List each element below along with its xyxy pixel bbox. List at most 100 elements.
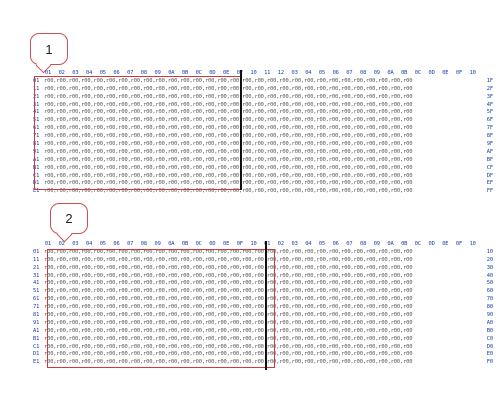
row-end-label: 40 bbox=[486, 272, 493, 279]
column-header-cell: 0B bbox=[401, 241, 408, 247]
row-offset-label: B1 bbox=[33, 335, 40, 342]
column-header-cell: 0E bbox=[442, 70, 449, 76]
column-header-cell: 03 bbox=[72, 241, 79, 247]
column-header-cell: 0B bbox=[401, 70, 408, 76]
column-header-cell: 01 bbox=[264, 241, 271, 247]
column-header-cell: 01 bbox=[44, 241, 52, 247]
column-header-cell: 0A bbox=[387, 241, 394, 247]
row-end-label: 6F bbox=[486, 117, 493, 124]
column-header-cell: 0D bbox=[428, 241, 435, 247]
row-offset-label: 71 bbox=[33, 304, 40, 311]
column-header-cell: 02 bbox=[58, 241, 65, 247]
column-header-cell: 09 bbox=[373, 70, 380, 76]
column-header-cell: 0E bbox=[222, 241, 230, 247]
panel-2-divider bbox=[265, 241, 267, 370]
column-header-cell: 07 bbox=[127, 241, 134, 247]
column-header-cell: 04 bbox=[305, 241, 312, 247]
column-header-cell: 09 bbox=[154, 241, 161, 247]
row-offset-label: 31 bbox=[33, 272, 40, 279]
column-header-cell: 08 bbox=[140, 241, 147, 247]
row-end-label: F0 bbox=[486, 359, 493, 366]
column-header-cell: 05 bbox=[318, 70, 326, 76]
column-header-cell: 06 bbox=[113, 241, 120, 247]
row-end-label: 50 bbox=[486, 280, 493, 287]
column-header-cell: 0E bbox=[442, 241, 449, 247]
callout-2-label: 2 bbox=[65, 211, 73, 226]
column-header-cell: 04 bbox=[85, 241, 93, 247]
row-end-label: C0 bbox=[486, 335, 493, 342]
callout-1: 1 bbox=[30, 33, 68, 74]
row-offset-label: 81 bbox=[33, 312, 40, 319]
column-header-cell: 0C bbox=[195, 241, 202, 247]
row-offset-label: 41 bbox=[33, 280, 40, 287]
row-end-label: 7F bbox=[486, 125, 493, 132]
row-end-label: BF bbox=[486, 156, 493, 163]
row-end-label: 1F bbox=[486, 77, 493, 84]
column-header-cell: 02 bbox=[277, 241, 284, 247]
column-header-cell: 10 bbox=[250, 241, 257, 247]
row-offset-label: 51 bbox=[33, 288, 40, 295]
row-offset-label: 61 bbox=[33, 296, 40, 303]
column-header-cell: 06 bbox=[332, 241, 339, 247]
row-offset-label: D1 bbox=[33, 351, 40, 358]
panel-1-highlight-box bbox=[34, 76, 241, 190]
row-end-label: EF bbox=[486, 180, 493, 187]
row-end-label: 2F bbox=[486, 85, 493, 92]
row-offset-label: C1 bbox=[33, 343, 40, 350]
column-header-cell: 0C bbox=[414, 70, 421, 76]
column-header-cell: 03 bbox=[291, 241, 298, 247]
row-end-label: 20 bbox=[486, 256, 493, 263]
row-end-label: DF bbox=[486, 172, 493, 179]
column-header-cell: 04 bbox=[305, 70, 312, 76]
column-header-cell: 0F bbox=[236, 241, 243, 247]
column-header-cell: 03 bbox=[291, 70, 298, 76]
column-header-cell: 0D bbox=[428, 70, 435, 76]
column-header-cell: 07 bbox=[346, 241, 353, 247]
row-end-label: 3F bbox=[486, 93, 493, 100]
row-end-label: B0 bbox=[486, 327, 493, 334]
row-end-label: 90 bbox=[486, 312, 493, 319]
row-end-label: D0 bbox=[486, 343, 493, 350]
column-header-cell: 06 bbox=[332, 70, 339, 76]
row-end-label: 70 bbox=[486, 296, 493, 303]
row-end-label: 4F bbox=[486, 101, 493, 108]
column-header-cell: 10 bbox=[469, 241, 476, 247]
row-end-label: FF bbox=[486, 188, 493, 195]
row-offset-label: 01 bbox=[33, 248, 40, 255]
panel-2-column-header: 01 02 03 04 05 06 07 08 09 0A 0B 0C 0D 0E 0F 10 01 02 03 04… bbox=[33, 241, 493, 249]
row-end-label: A0 bbox=[486, 319, 493, 326]
row-end-label: 30 bbox=[486, 264, 493, 271]
row-end-label: AF bbox=[486, 148, 493, 155]
column-header-cell: 12 bbox=[277, 70, 284, 76]
column-header-cell: 11 bbox=[264, 70, 271, 76]
column-header-cell: 0F bbox=[455, 241, 463, 247]
row-offset-label: A1 bbox=[33, 327, 40, 334]
column-header-cell: 10 bbox=[469, 70, 476, 76]
row-offset-label: E1 bbox=[33, 359, 40, 366]
column-header-cell: 09 bbox=[373, 241, 380, 247]
panel-2-highlight-box bbox=[47, 249, 275, 368]
panel-1-divider bbox=[240, 70, 242, 190]
row-offset-label: 91 bbox=[33, 319, 40, 326]
callout-2: 2 bbox=[50, 203, 88, 243]
row-end-label: 60 bbox=[486, 288, 493, 295]
row-offset-label: 11 bbox=[33, 256, 40, 263]
row-end-label: 9F bbox=[486, 141, 493, 148]
column-header-cell: 0A bbox=[387, 70, 394, 76]
row-end-label: CF bbox=[486, 164, 493, 171]
callout-1-label: 1 bbox=[45, 41, 53, 57]
row-end-label: 10 bbox=[486, 248, 493, 255]
row-end-label: 5F bbox=[486, 109, 493, 116]
row-offset-label: 21 bbox=[33, 264, 40, 271]
column-header-cell: 08 bbox=[359, 241, 367, 247]
column-header-cell: 08 bbox=[359, 70, 367, 76]
callout-2-tail bbox=[56, 226, 73, 243]
column-header-cell: 10 bbox=[250, 70, 257, 76]
column-header-cell: 0D bbox=[209, 241, 216, 247]
column-header-cell: 0B bbox=[181, 241, 189, 247]
column-header-cell: 05 bbox=[99, 241, 106, 247]
column-header-cell: 0F bbox=[455, 70, 463, 76]
column-header-cell: 0A bbox=[168, 241, 175, 247]
column-header-cell: 07 bbox=[346, 70, 353, 76]
row-end-label: E0 bbox=[486, 351, 493, 358]
